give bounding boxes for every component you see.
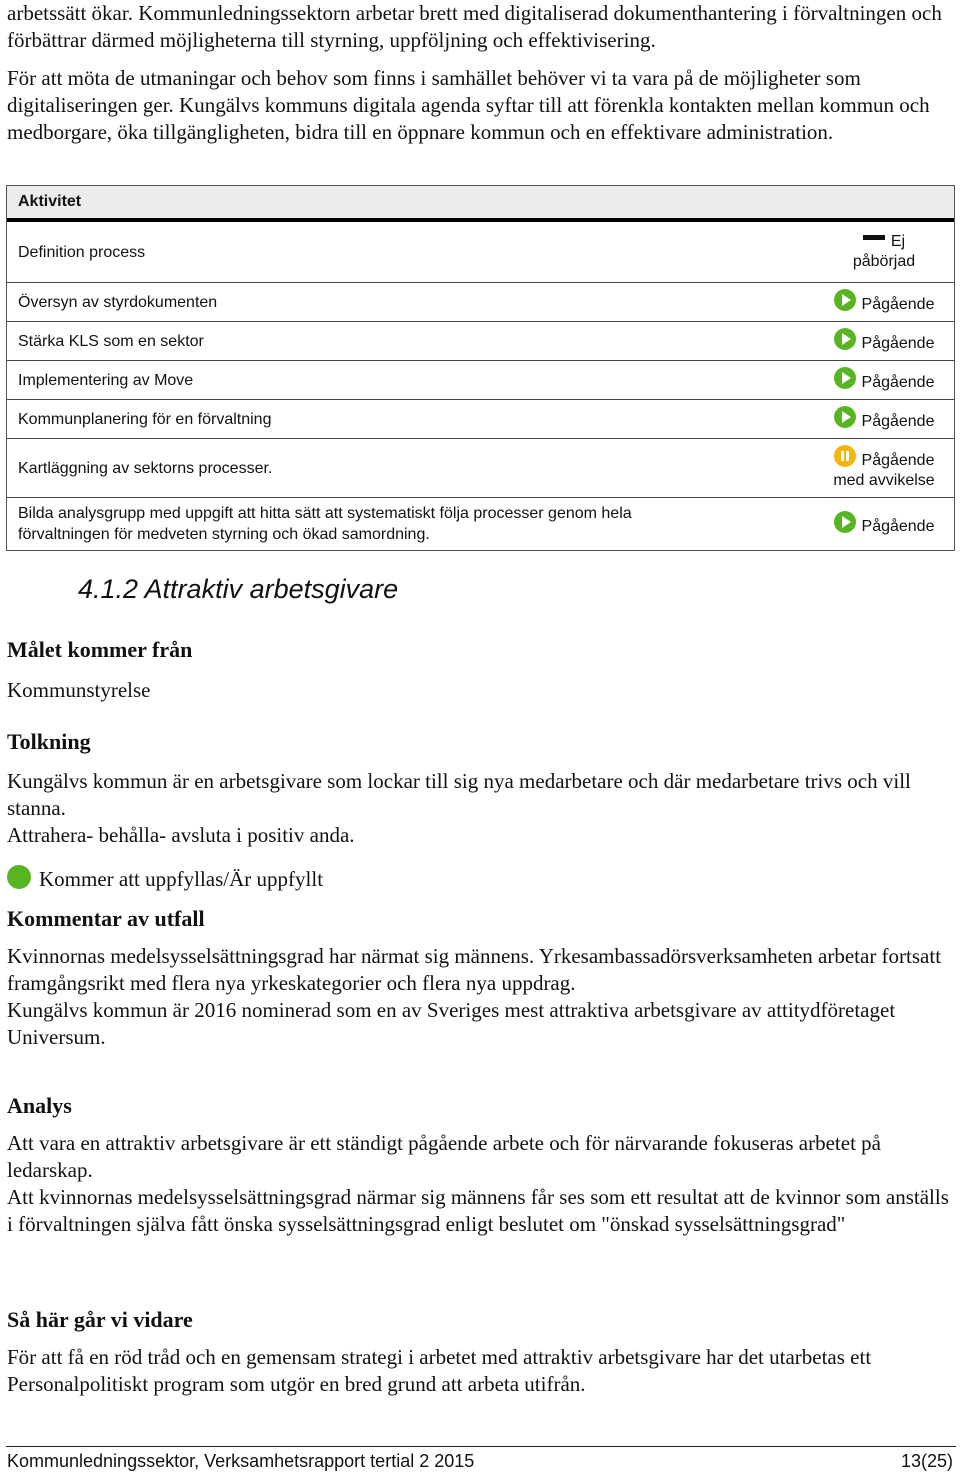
status-cell: Pågående med avvikelse <box>814 439 954 497</box>
table-row: Bilda analysgrupp med uppgift att hitta … <box>7 498 954 550</box>
interpretation-text-2: Attrahera- behålla- avsluta i positiv an… <box>7 823 355 847</box>
page-number: 13(25) <box>900 1451 953 1471</box>
status-cell: Pågående <box>814 361 954 399</box>
status-text: Pågående <box>861 452 935 469</box>
activity-name: Bilda analysgrupp med uppgift att hitta … <box>18 505 632 543</box>
activity-name: Kartläggning av sektorns processer. <box>18 459 273 477</box>
table-header: Aktivitet <box>7 186 954 222</box>
analysis-text-1: Att vara en attraktiv arbetsgivare är et… <box>7 1131 881 1182</box>
table-row: Definition process Ej påbörjad <box>7 222 954 283</box>
goal-status: Kommer att uppfyllas/Är uppfyllt <box>7 864 324 893</box>
status-text: Ej <box>890 233 906 250</box>
table-row: Översyn av styrdokumenten Pågående <box>7 283 954 322</box>
column-header-activity: Aktivitet <box>18 193 82 210</box>
comment-text: Kvinnornas medelsysselsättningsgrad har … <box>7 943 952 1051</box>
activity-name: Implementering av Move <box>18 371 194 389</box>
table-row: Stärka KLS som en sektor Pågående <box>7 322 954 361</box>
comment-heading: Kommentar av utfall <box>7 906 205 931</box>
analysis-text-2: Att kvinnornas medelsysselsättningsgrad … <box>7 1185 949 1236</box>
intro-paragraph-1: arbetssätt ökar. Kommunledningssektorn a… <box>7 1 942 52</box>
activity-name: Definition process <box>18 243 146 261</box>
activity-name: Stärka KLS som en sektor <box>18 332 204 350</box>
status-cell: Ej påbörjad <box>814 222 954 282</box>
interpretation-text: Kungälvs kommun är en arbetsgivare som l… <box>7 768 952 849</box>
pause-icon <box>833 445 856 467</box>
activity-name: Översyn av styrdokumenten <box>18 293 218 311</box>
status-cell: Pågående <box>814 498 954 550</box>
interpretation-heading: Tolkning <box>7 729 91 754</box>
status-text: Pågående <box>861 335 935 352</box>
interpretation-text-1: Kungälvs kommun är en arbetsgivare som l… <box>7 769 911 820</box>
origin-heading: Målet kommer från <box>7 637 193 662</box>
play-icon <box>833 328 856 350</box>
activity-name: Kommunplanering för en förvaltning <box>18 410 272 428</box>
table-row: Kartläggning av sektorns processer. Pågå… <box>7 439 954 498</box>
goal-status-text: Kommer att uppfyllas/Är uppfyllt <box>39 867 324 891</box>
status-text: Pågående <box>861 296 935 313</box>
next-steps-heading: Så här går vi vidare <box>7 1307 193 1332</box>
status-cell: Pågående <box>814 400 954 438</box>
table-row: Kommunplanering för en förvaltning Pågåe… <box>7 400 954 439</box>
intro-paragraph-2: För att möta de utmaningar och behov som… <box>7 66 930 144</box>
play-icon <box>833 406 856 428</box>
footer-divider <box>6 1446 956 1447</box>
activity-table: Aktivitet Definition process Ej påbörjad… <box>6 185 955 551</box>
analysis-text: Att vara en attraktiv arbetsgivare är et… <box>7 1130 952 1238</box>
table-row: Implementering av Move Pågående <box>7 361 954 400</box>
footer-title: Kommunledningssektor, Verksamhetsrapport… <box>7 1451 475 1471</box>
comment-text-2: Kungälvs kommun är 2016 nominerad som en… <box>7 998 896 1049</box>
status-text-cont: med avvikelse <box>833 472 935 489</box>
play-icon <box>833 289 856 311</box>
play-icon <box>833 511 856 533</box>
status-text: Pågående <box>861 518 935 535</box>
section-heading: 4.1.2 Attraktiv arbetsgivare <box>78 574 399 604</box>
not-started-dash-icon <box>862 235 885 240</box>
status-text: Pågående <box>861 374 935 391</box>
origin-value: Kommunstyrelse <box>7 678 151 702</box>
analysis-heading: Analys <box>7 1093 72 1118</box>
status-text: Pågående <box>861 413 935 430</box>
green-status-dot-icon <box>7 864 31 889</box>
comment-text-1: Kvinnornas medelsysselsättningsgrad har … <box>7 944 942 995</box>
play-icon <box>833 367 856 389</box>
status-cell: Pågående <box>814 322 954 360</box>
next-steps-text: För att få en röd tråd och en gemensam s… <box>7 1345 872 1396</box>
status-text-cont: påbörjad <box>852 253 916 270</box>
status-cell: Pågående <box>814 283 954 321</box>
